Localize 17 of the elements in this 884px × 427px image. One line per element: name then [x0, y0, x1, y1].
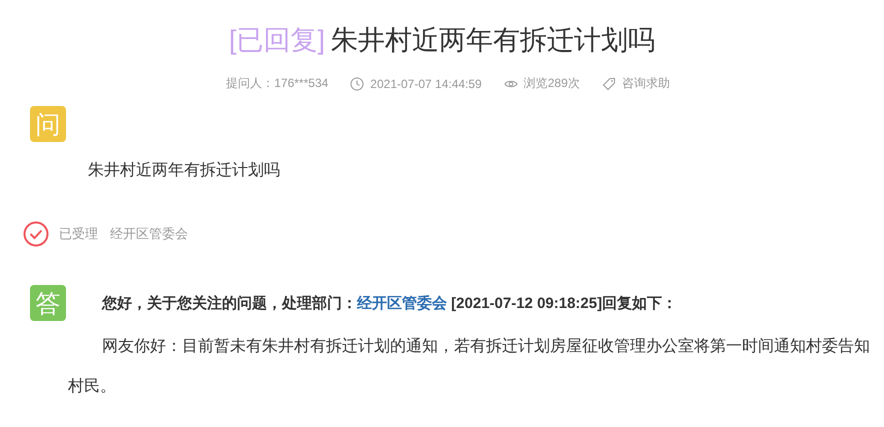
reply-text: 网友你好：目前暂未有朱井村有拆迁计划的通知，若有拆迁计划房屋征收管理办公室将第一时间通知村委告知村民。	[68, 336, 871, 397]
meta-text: 提问人：176***534	[226, 75, 328, 92]
meta-text: 浏览289次	[524, 75, 580, 92]
check-circle-icon	[23, 221, 49, 247]
clock-icon	[350, 76, 364, 90]
status-label: [已回复]	[228, 24, 325, 57]
tag-icon	[602, 76, 616, 90]
answer-badge: 答	[30, 285, 66, 321]
question-badge: 问	[30, 106, 66, 142]
question-title: 朱井村近两年有拆迁计划吗	[331, 24, 655, 57]
department-link[interactable]: 经开区管委会	[357, 294, 447, 312]
question-text: 朱井村近两年有拆迁计划吗	[88, 160, 281, 181]
reply-heading: 您好，关于您关注的问题，处理部门：经开区管委会 [2021-07-12 09:18:25]回复如下：	[102, 294, 678, 312]
department-text: 经开区管委会	[110, 225, 188, 243]
meta-text: 2021-07-07 14:44:59	[370, 76, 482, 90]
meta-text: 咨询求助	[622, 75, 670, 92]
status-text: 已受理	[59, 225, 98, 243]
